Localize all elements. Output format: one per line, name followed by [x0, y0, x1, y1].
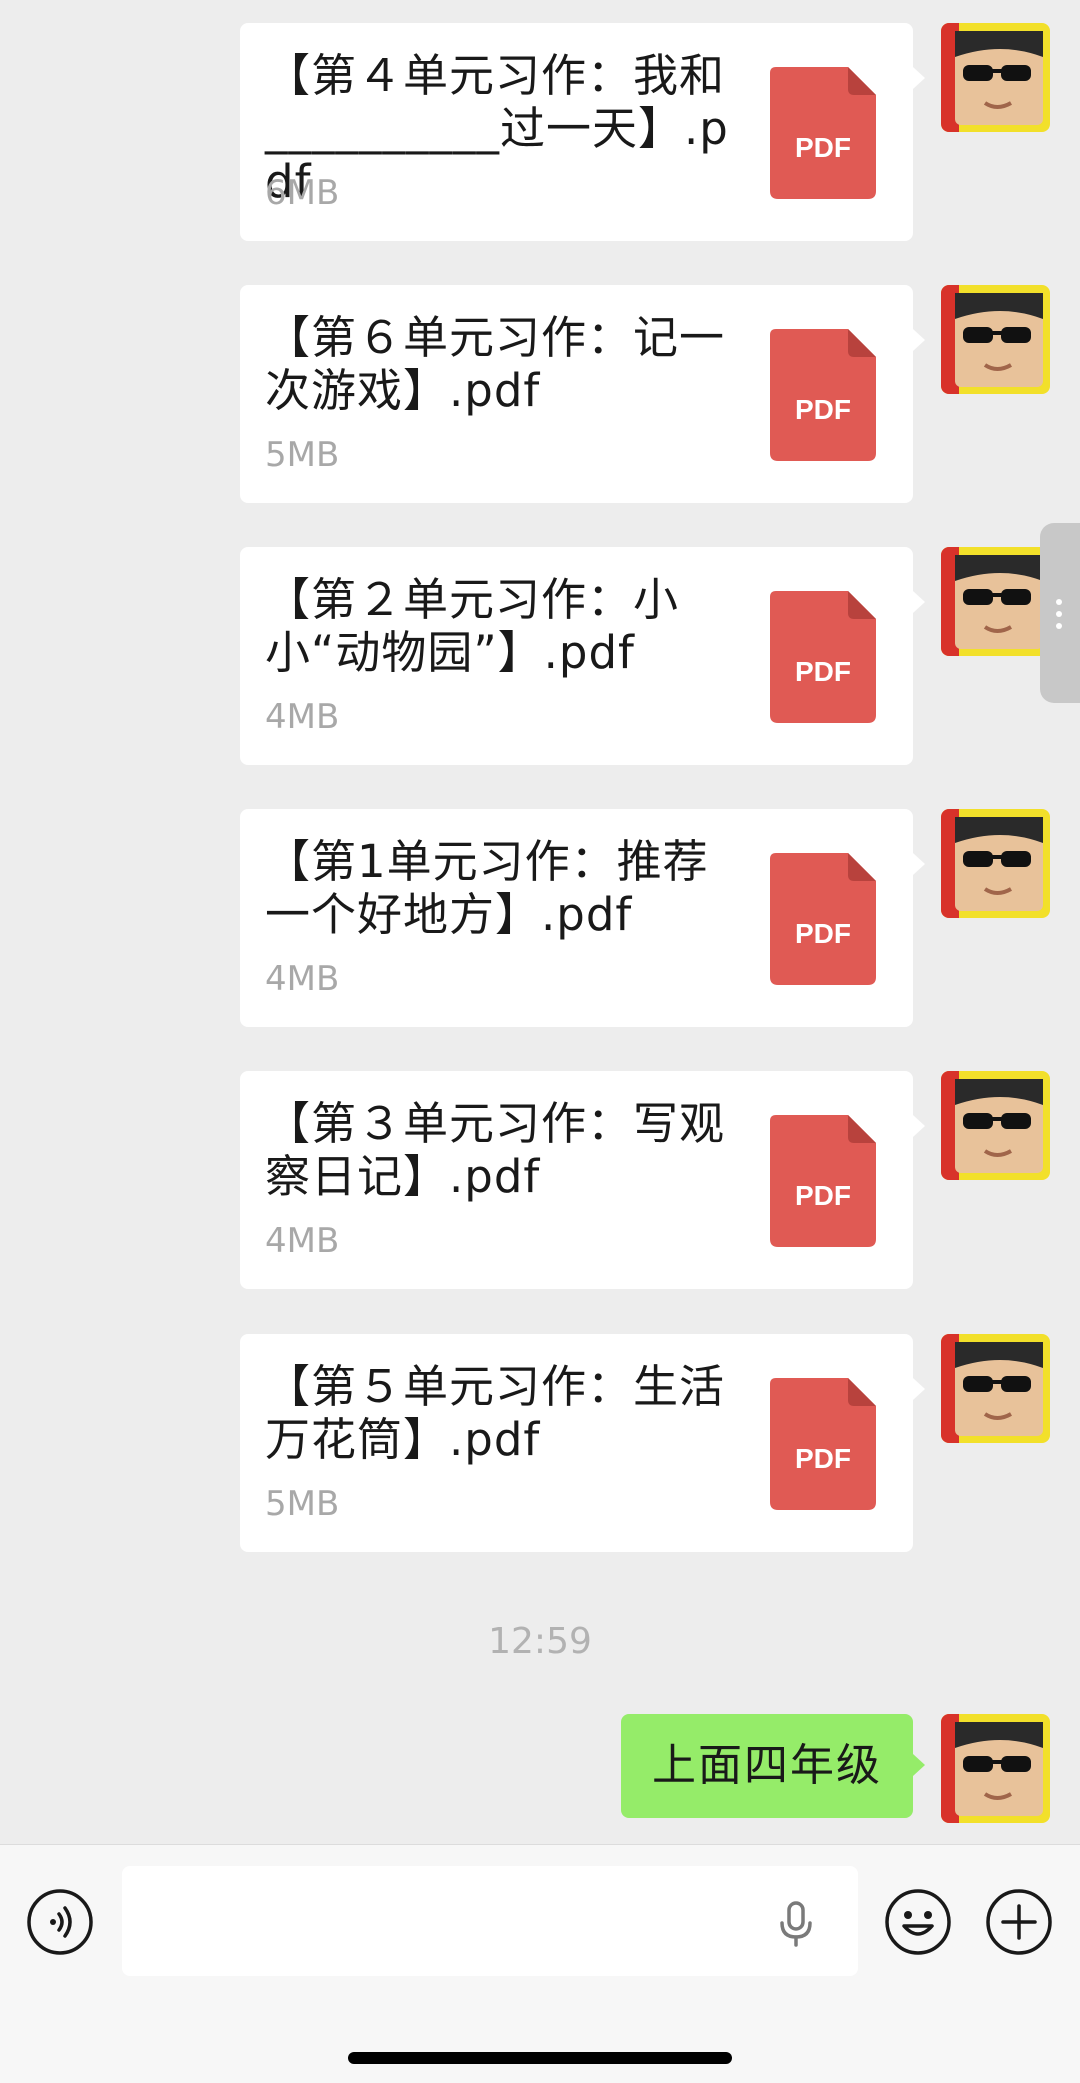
floating-side-handle[interactable] [1040, 523, 1080, 703]
file-message[interactable]: 【第２单元习作：小小“动物园”】.pdf 4MB PDF [240, 547, 925, 765]
file-size: 4MB [265, 959, 340, 999]
pdf-file-icon: PDF [770, 329, 876, 461]
file-size: 4MB [265, 1221, 340, 1261]
file-name: 【第３单元习作：写观察日记】.pdf [265, 1097, 726, 1203]
file-size: 5MB [265, 435, 340, 475]
voice-input-icon[interactable] [26, 1888, 94, 1956]
file-size: 5MB [265, 1484, 340, 1524]
file-message[interactable]: 【第６单元习作：记一次游戏】.pdf 5MB PDF [240, 285, 925, 503]
avatar[interactable] [941, 809, 1050, 918]
input-bar [0, 1844, 1080, 2083]
pdf-label: PDF [795, 1180, 851, 1211]
avatar[interactable] [941, 1714, 1050, 1823]
pdf-file-icon: PDF [770, 591, 876, 723]
pdf-label: PDF [795, 656, 851, 687]
avatar[interactable] [941, 285, 1050, 394]
file-message[interactable]: 【第４单元习作：我和__________过一天】.pdf 6MB PDF [240, 23, 925, 241]
pdf-label: PDF [795, 1443, 851, 1474]
file-name: 【第1单元习作：推荐一个好地方】.pdf [265, 835, 709, 941]
microphone-icon[interactable] [778, 1901, 814, 1947]
pdf-file-icon: PDF [770, 67, 876, 199]
avatar[interactable] [941, 23, 1050, 132]
file-name: 【第２单元习作：小小“动物园”】.pdf [265, 573, 680, 679]
pdf-label: PDF [795, 394, 851, 425]
pdf-label: PDF [795, 918, 851, 949]
pdf-label: PDF [795, 132, 851, 163]
message-timestamp: 12:59 [488, 1621, 592, 1662]
file-size: 4MB [265, 697, 340, 737]
home-indicator [348, 2052, 732, 2064]
file-message[interactable]: 【第1单元习作：推荐一个好地方】.pdf 4MB PDF [240, 809, 925, 1027]
pdf-file-icon: PDF [770, 1115, 876, 1247]
file-size: 6MB [265, 173, 340, 213]
file-message[interactable]: 【第５单元习作：生活万花筒】.pdf 5MB PDF [240, 1334, 925, 1552]
emoji-icon[interactable] [884, 1888, 952, 1956]
file-name: 【第５单元习作：生活万花筒】.pdf [265, 1360, 726, 1466]
pdf-file-icon: PDF [770, 853, 876, 985]
file-name: 【第６单元习作：记一次游戏】.pdf [265, 311, 726, 417]
message-input[interactable] [122, 1866, 858, 1976]
avatar[interactable] [941, 1334, 1050, 1443]
text-message[interactable]: 上面四年级 [621, 1714, 925, 1818]
avatar[interactable] [941, 1071, 1050, 1180]
file-message[interactable]: 【第３单元习作：写观察日记】.pdf 4MB PDF [240, 1071, 925, 1289]
pdf-file-icon: PDF [770, 1378, 876, 1510]
avatar[interactable] [941, 547, 1050, 656]
plus-icon[interactable] [985, 1888, 1053, 1956]
chat-area[interactable]: 【第４单元习作：我和__________过一天】.pdf 6MB PDF 【第６… [0, 0, 1080, 1844]
